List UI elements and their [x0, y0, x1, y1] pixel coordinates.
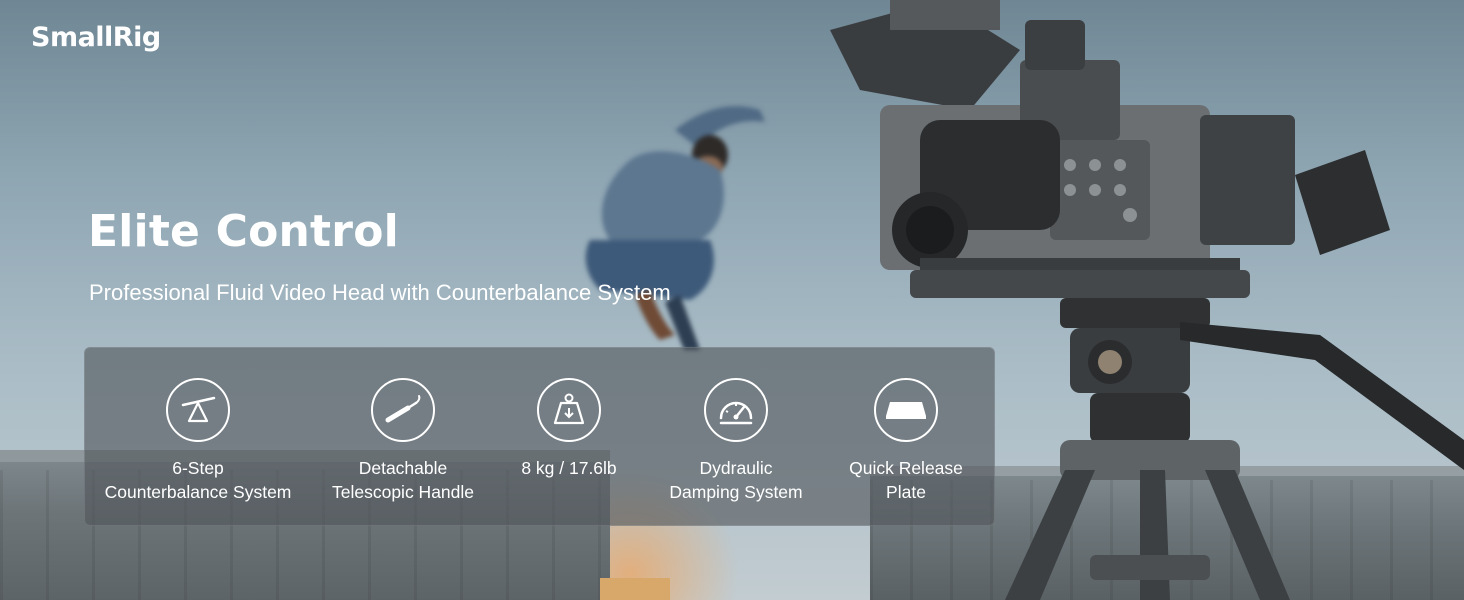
- feature-icon-circle: [874, 378, 938, 442]
- weight-icon: [553, 393, 585, 425]
- page-title: Elite Control: [88, 206, 399, 257]
- product-banner: SmallRig Elite Control Professional Flui…: [0, 0, 1464, 600]
- feature-counterbalance: 6-Step Counterbalance System: [88, 378, 308, 504]
- ramp: [600, 578, 670, 600]
- page-subtitle: Professional Fluid Video Head with Count…: [89, 280, 671, 305]
- gauge-icon: [719, 401, 753, 425]
- quick-release-plate-icon: [886, 402, 926, 419]
- feature-icon-circle: [371, 378, 435, 442]
- telescopic-handle-icon: [385, 395, 421, 423]
- smallrig-logo[interactable]: SmallRig: [31, 22, 161, 53]
- feature-quick-release-plate: Quick Release Plate: [796, 378, 1016, 504]
- feature-icon-circle: [166, 378, 230, 442]
- features-panel: 6-Step Counterbalance System Detachable …: [84, 347, 995, 526]
- feature-icon-circle: [537, 378, 601, 442]
- jumping-person-image: [585, 106, 765, 350]
- seesaw-balance-icon: [181, 396, 216, 423]
- feature-label: Quick Release Plate: [849, 458, 963, 502]
- feature-icon-circle: [704, 378, 768, 442]
- feature-label: 6-Step Counterbalance System: [104, 458, 292, 502]
